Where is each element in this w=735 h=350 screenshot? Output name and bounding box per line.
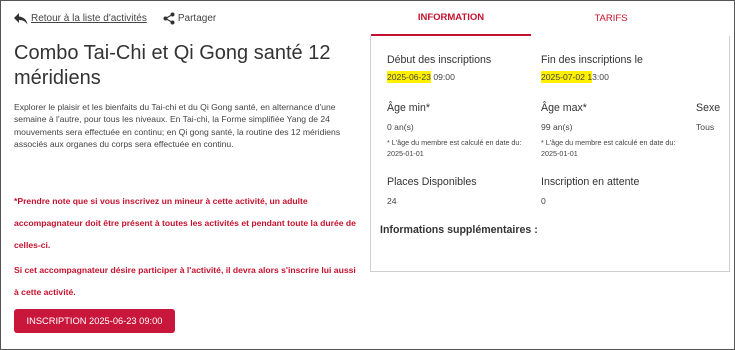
sex-value: Tous [696, 122, 715, 132]
registration-end-date: 2025-07-02 1 [541, 71, 593, 83]
action-bar: Retour à la liste d'activités Partager [14, 12, 216, 25]
companion-warning: Si cet accompagnateur désire participer … [14, 265, 356, 297]
tab-information[interactable]: INFORMATION [371, 0, 531, 36]
info-tabs: INFORMATION TARIFS [371, 0, 730, 36]
back-link[interactable]: Retour à la liste d'activités [14, 12, 147, 25]
extra-info-label: Informations supplémentaires : [380, 224, 538, 236]
age-max-label: Âge max* [541, 102, 587, 114]
registration-end-time: 3:00 [592, 72, 609, 82]
age-max-value: 99 an(s) [541, 122, 573, 132]
back-link-label: Retour à la liste d'activités [31, 13, 147, 24]
share-icon [163, 12, 175, 25]
share-link[interactable]: Partager [163, 12, 216, 25]
registration-end-value: 2025-07-02 13:00 [541, 71, 609, 83]
registration-end-label: Fin des inscriptions le [541, 54, 643, 66]
waitlist-label: Inscription en attente [541, 176, 640, 188]
waitlist-value: 0 [541, 196, 546, 206]
age-min-note: * L'âge du membre est calculé en date du… [387, 138, 522, 158]
share-link-label: Partager [177, 13, 217, 24]
information-panel: Début des inscriptions 2025-06-23 09:00 … [370, 36, 730, 272]
tab-tarifs[interactable]: TARIFS [531, 0, 691, 36]
places-value: 24 [387, 196, 397, 206]
activity-title: Combo Tai-Chi et Qi Gong santé 12 méridi… [14, 42, 331, 89]
sex-label: Sexe [696, 102, 721, 114]
age-min-value: 0 an(s) [387, 122, 414, 132]
register-button[interactable]: INSCRIPTION 2025-06-23 09:00 [14, 309, 175, 333]
age-min-label: Âge min* [387, 102, 430, 114]
registration-start-date: 2025-06-23 [387, 71, 431, 83]
age-max-note: * L'âge du membre est calculé en date du… [541, 138, 676, 158]
places-label: Places Disponibles [387, 176, 477, 188]
registration-start-value: 2025-06-23 09:00 [387, 71, 455, 83]
registration-start-label: Début des inscriptions [387, 54, 492, 66]
registration-start-time: 09:00 [430, 72, 455, 82]
reply-arrow-icon [14, 12, 28, 25]
minor-warning: *Prendre note que si vous inscrivez un m… [14, 196, 356, 250]
activity-description: Explorer le plaisir et les bienfaits du … [14, 102, 341, 149]
